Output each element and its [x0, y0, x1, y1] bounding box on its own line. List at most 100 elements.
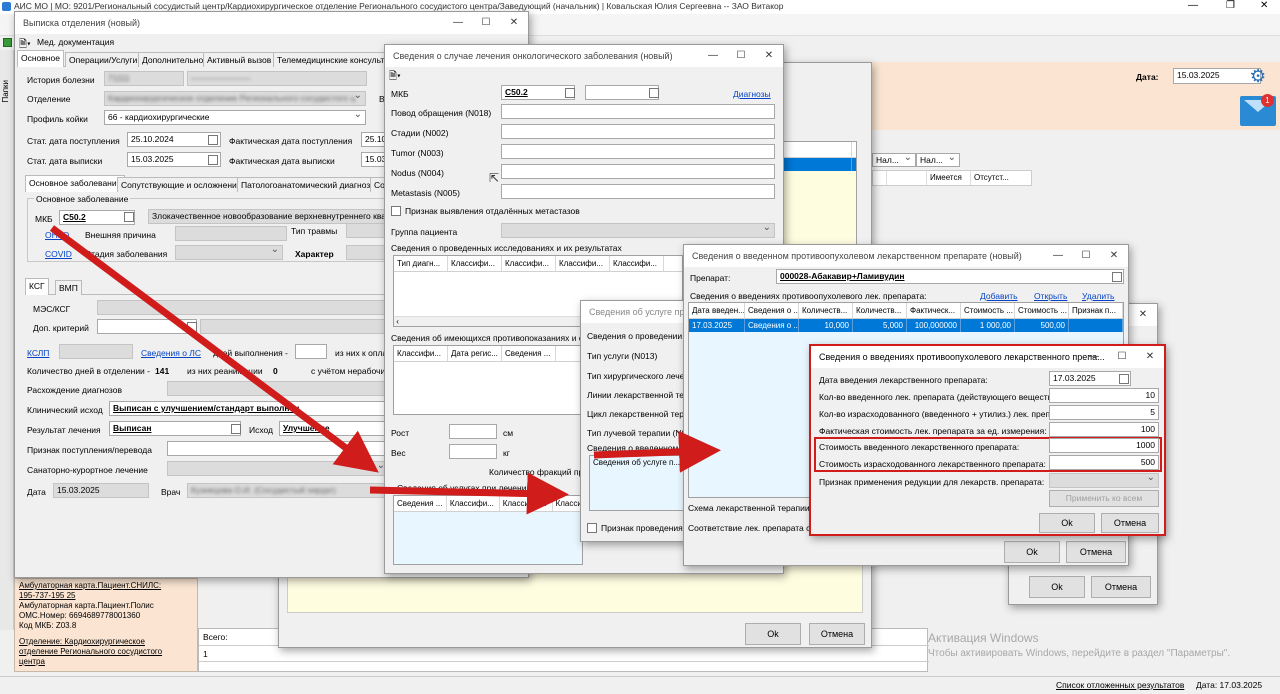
ls-info-link[interactable]: Сведения о ЛС [141, 348, 201, 358]
add-link[interactable]: Добавить [980, 291, 1018, 301]
cost-used-field[interactable]: 500 [1049, 455, 1159, 470]
tab-vmp[interactable]: ВМП [55, 280, 82, 295]
intro-close-button[interactable]: ✕ [1136, 346, 1164, 368]
height-field[interactable] [449, 424, 497, 439]
add-crit-field[interactable] [97, 319, 197, 334]
sanatorium-select[interactable] [167, 461, 389, 476]
open-link[interactable]: Открыть [1034, 291, 1067, 301]
outcome-field[interactable]: Выписан с улучшением/стандарт выполнен [109, 401, 389, 416]
drug-maximize-button[interactable]: ☐ [1072, 245, 1100, 267]
reduction-select[interactable] [1049, 473, 1159, 488]
history-field[interactable]: 71111 [104, 71, 184, 86]
med-docs-menu[interactable]: Мед. документация [37, 37, 114, 47]
intro-maximize-button[interactable]: ☐ [1108, 346, 1136, 368]
qty-in-field[interactable]: 10 [1049, 388, 1159, 403]
diagnoses-link[interactable]: Диагнозы [733, 89, 771, 99]
stage-select[interactable] [175, 245, 283, 260]
discharge-minimize-button[interactable]: — [444, 12, 472, 34]
drug-close-button[interactable]: ✕ [1100, 245, 1128, 267]
intro-cancel-button[interactable]: Отмена [1101, 513, 1159, 533]
tab-operations[interactable]: Операции/Услуги [65, 52, 142, 67]
tumor-field[interactable] [501, 144, 775, 159]
intro-minimize-button[interactable]: — [1080, 346, 1108, 368]
mkb-lookup[interactable] [124, 212, 134, 222]
patient-group-select[interactable] [501, 223, 775, 238]
intro-grid-row[interactable]: 17.03.2025 Сведения о ... 10,000 5,000 1… [689, 319, 1123, 332]
tab-ksg[interactable]: КСГ [25, 278, 49, 295]
drug-lookup[interactable] [1112, 272, 1122, 282]
grid-filter-1[interactable]: Нал... [872, 153, 916, 167]
result-lookup[interactable] [231, 424, 241, 434]
main-date-picker[interactable]: 15.03.2025 [1173, 68, 1261, 84]
department-field[interactable]: Кардиохирургическое отделение Региональн… [104, 91, 366, 106]
discharge-maximize-button[interactable]: ☐ [472, 12, 500, 34]
main-close-button[interactable]: ✕ [1260, 0, 1268, 11]
back-ok-button[interactable]: Ok [745, 623, 801, 645]
onko-link[interactable]: ОНКО [45, 230, 69, 240]
main-maximize-button[interactable]: ❐ [1226, 0, 1235, 11]
onc-mkb-lookup[interactable] [565, 88, 575, 98]
days-done-field[interactable] [295, 344, 327, 359]
onc-mkb-extra[interactable] [585, 85, 659, 100]
doctor-field[interactable]: Кузнецова О.И. (Сосудистый хирург) [187, 483, 387, 498]
back-cancel-button[interactable]: Отмена [809, 623, 865, 645]
onc-mkb-extra-lookup[interactable] [649, 88, 659, 98]
drug-cancel-button[interactable]: Отмена [1066, 541, 1126, 563]
oncology-close-button[interactable]: ✕ [755, 45, 783, 67]
back2-ok-button[interactable]: Ok [1029, 576, 1085, 598]
delete-link[interactable]: Удалить [1082, 291, 1114, 301]
back-grid-cell[interactable]: ра [772, 158, 852, 171]
add-crit-lookup[interactable] [187, 322, 197, 332]
diag-mismatch-field[interactable] [167, 381, 389, 396]
deferred-results-link[interactable]: Список отложенных результатов [1056, 680, 1184, 690]
character-field[interactable] [346, 245, 388, 260]
kslp-link[interactable]: КСЛП [27, 348, 49, 358]
external-cause-field[interactable] [175, 226, 287, 241]
date-field[interactable]: 15.03.2025 [53, 483, 149, 498]
covid-link[interactable]: COVID [45, 249, 72, 259]
stat-discharge-calendar[interactable] [208, 155, 218, 165]
tab-active-call[interactable]: Активный вызов [203, 52, 276, 67]
result-field[interactable]: Выписан [109, 421, 241, 436]
folders-tab[interactable]: Папки [1, 80, 10, 103]
metastasis-checkbox[interactable] [391, 206, 401, 216]
oncology-minimize-button[interactable]: — [699, 45, 727, 67]
back2-cancel-button[interactable]: Отмена [1091, 576, 1151, 598]
stage-field[interactable] [501, 124, 775, 139]
stat-discharge-field[interactable]: 15.03.2025 [127, 152, 221, 167]
fact-cost-field[interactable]: 100 [1049, 422, 1159, 437]
settings-icon[interactable]: ⚙ [1250, 66, 1266, 87]
reason-field[interactable] [501, 104, 775, 119]
drug-field[interactable]: 000028-Абакавир+Ламивудин [776, 269, 1124, 284]
tab-main[interactable]: Основное [17, 50, 64, 67]
tab-main-disease[interactable]: Основное заболевание [25, 175, 126, 192]
exodus-field[interactable]: Улучшение [279, 421, 389, 436]
drug-ok-button[interactable]: Ok [1004, 541, 1060, 563]
tab-pathology[interactable]: Патологоанатомический диагноз [237, 177, 375, 192]
onc-mkb-field[interactable]: C50.2 [501, 85, 575, 100]
stat-admit-field[interactable]: 25.10.2024 [127, 132, 221, 147]
tab-concomitant[interactable]: Сопутствующие и осложнения [117, 177, 246, 192]
drug-minimize-button[interactable]: — [1044, 245, 1072, 267]
weight-field[interactable] [449, 444, 497, 459]
tab-additional[interactable]: Дополнительно [138, 52, 208, 67]
grid-filter-2[interactable]: Нал... [916, 153, 960, 167]
main-minimize-button[interactable]: — [1188, 0, 1198, 11]
discharge-close-button[interactable]: ✕ [500, 12, 528, 34]
injury-type-field[interactable] [346, 223, 388, 238]
oncology-maximize-button[interactable]: ☐ [727, 45, 755, 67]
intro-date-calendar[interactable] [1119, 374, 1129, 384]
metastasis-field[interactable] [501, 184, 775, 199]
oncology-doc-icon[interactable]: 🗎▾ [389, 69, 401, 86]
bed-profile-select[interactable]: 66 - кардиохирургические [104, 110, 366, 125]
apply-all-button[interactable]: Применить ко всем [1049, 490, 1159, 507]
cost-in-field[interactable]: 1000 [1049, 438, 1159, 453]
service-checkbox[interactable] [587, 523, 597, 533]
stat-admit-calendar[interactable] [208, 135, 218, 145]
kslp-field[interactable] [59, 344, 133, 359]
mes-field[interactable] [97, 300, 387, 315]
qty-used-field[interactable]: 5 [1049, 405, 1159, 420]
nodus-field[interactable] [501, 164, 775, 179]
admit-sign-field[interactable] [167, 441, 389, 456]
intro-ok-button[interactable]: Ok [1039, 513, 1095, 533]
